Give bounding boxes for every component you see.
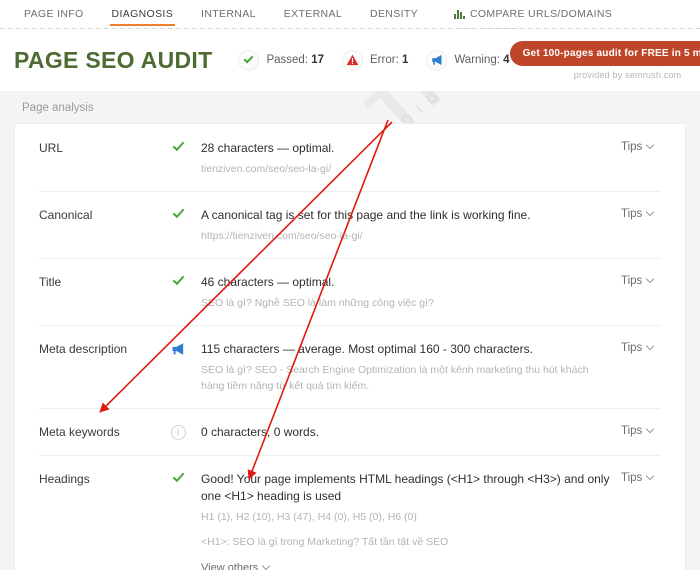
tips-button[interactable]: Tips (621, 140, 685, 153)
row-content: 28 characters — optimal. tienziven.com/se… (201, 140, 621, 177)
page-root: TIENZIVEN DIGITAL MARKETING PAGE INFO DI… (0, 0, 700, 570)
row-content: Good! Your page implements HTML headings… (201, 471, 621, 570)
tips-button[interactable]: Tips (621, 274, 685, 287)
top-nav: PAGE INFO DIAGNOSIS INTERNAL EXTERNAL DE… (0, 0, 700, 28)
view-others-button[interactable]: View others (201, 561, 271, 570)
row-content: A canonical tag is set for this page and… (201, 207, 621, 244)
warning-label: Warning: 4 (454, 54, 510, 66)
row-content: 46 characters — optimal. SEO là gì? Nghề … (201, 274, 621, 311)
analysis-table: URL 28 characters — optimal. tienziven.com… (14, 123, 686, 570)
row-primary-text: A canonical tag is set for this page and… (201, 208, 531, 222)
row-secondary-text: tienziven.com/seo/seo-la-gi/ (201, 163, 332, 175)
row-content: 115 characters — average. Most optimal 1… (201, 341, 621, 394)
row-primary-text: 0 characters, 0 words. (201, 425, 320, 439)
row-secondary-text: SEO là gì? SEO - Search Engine Optimizat… (201, 364, 589, 392)
status-badge-error: Error: 1 (342, 49, 409, 71)
table-row: Meta keywords i 0 characters, 0 words. Tips (15, 408, 685, 455)
error-label: Error: 1 (370, 54, 409, 66)
page-title: PAGE SEO AUDIT (14, 46, 213, 73)
table-row: Canonical A canonical tag is set for this… (15, 191, 685, 258)
check-icon (155, 272, 201, 286)
section-title: Page analysis (22, 102, 94, 114)
row-label: Title (39, 275, 62, 289)
provided-by-label: provided by semrush.com (573, 69, 682, 80)
tab-external[interactable]: EXTERNAL (270, 0, 356, 28)
table-row: Title 46 characters — optimal. SEO là gì? … (15, 258, 685, 325)
row-primary-text: Good! Your page implements HTML headings… (201, 472, 610, 503)
row-secondary-text: H1 (1), H2 (10), H3 (47), H4 (0), H5 (0)… (201, 511, 417, 523)
info-icon: i (155, 424, 201, 440)
tips-label: Tips (621, 472, 643, 484)
tips-label: Tips (621, 275, 643, 287)
check-circle-icon (238, 49, 260, 71)
tips-button[interactable]: Tips (621, 341, 685, 354)
audit-header: PAGE SEO AUDIT Passed: 17 Error: 1 Warni… (0, 29, 700, 91)
view-others-label: View others (201, 562, 259, 570)
tips-button[interactable]: Tips (621, 207, 685, 220)
tab-page-info[interactable]: PAGE INFO (10, 0, 98, 28)
chevron-down-icon (646, 341, 655, 351)
tips-label: Tips (621, 208, 643, 220)
row-primary-text: 115 characters — average. Most optimal 1… (201, 342, 533, 356)
chevron-down-icon (646, 471, 655, 481)
row-primary-text: 46 characters — optimal. (201, 275, 335, 289)
tab-internal[interactable]: INTERNAL (187, 0, 270, 28)
table-row: Meta description 115 characters — average… (15, 325, 685, 408)
page-analysis-section: Page analysis URL 28 characters — optimal… (0, 91, 700, 570)
tips-button[interactable]: Tips (621, 424, 685, 437)
tab-compare-urls-domains[interactable]: COMPARE URLS/DOMAINS (432, 0, 626, 28)
row-content: 0 characters, 0 words. (201, 424, 621, 441)
row-secondary-text: SEO là gì? Nghề SEO là làm những công vi… (201, 297, 434, 309)
table-row: URL 28 characters — optimal. tienziven.com… (15, 124, 685, 191)
chevron-down-icon (646, 207, 655, 217)
chevron-down-icon (262, 561, 271, 570)
passed-label: Passed: 17 (266, 54, 325, 66)
megaphone-icon (426, 49, 448, 71)
tab-diagnosis[interactable]: DIAGNOSIS (98, 0, 188, 28)
status-badge-passed: Passed: 17 (238, 49, 325, 71)
row-primary-text: 28 characters — optimal. (201, 141, 335, 155)
row-label: Meta description (39, 342, 128, 356)
row-secondary-text: https://tienziven.com/seo/seo-la-gi/ (201, 230, 363, 242)
check-icon (155, 138, 201, 152)
table-row: Headings Good! Your page implements HTML … (15, 455, 685, 570)
tips-label: Tips (621, 425, 643, 437)
chevron-down-icon (646, 140, 655, 150)
chevron-down-icon (646, 274, 655, 284)
megaphone-icon (155, 341, 201, 356)
check-icon (155, 469, 201, 483)
row-label: Canonical (39, 208, 93, 222)
tab-compare-label: COMPARE URLS/DOMAINS (469, 8, 613, 20)
tips-button[interactable]: Tips (621, 471, 685, 484)
tips-label: Tips (621, 141, 643, 153)
row-label: Headings (39, 472, 90, 486)
status-summary: Passed: 17 Error: 1 Warning: 4 (238, 49, 510, 71)
tab-density[interactable]: DENSITY (356, 0, 432, 28)
check-icon (155, 205, 201, 219)
bar-chart-icon (453, 9, 465, 19)
row-secondary-text: <H1>: SEO là gì trong Marketing? Tất tần… (201, 536, 449, 548)
chevron-down-icon (646, 424, 655, 434)
warning-triangle-icon (342, 49, 364, 71)
row-label: URL (39, 141, 64, 155)
row-label: Meta keywords (39, 425, 120, 439)
get-audit-button[interactable]: Get 100-pages audit for FREE in 5 minute… (509, 40, 700, 66)
status-badge-warning: Warning: 4 (426, 49, 510, 71)
tips-label: Tips (621, 342, 643, 354)
cta-block: Get 100-pages audit for FREE in 5 minute… (509, 40, 700, 80)
